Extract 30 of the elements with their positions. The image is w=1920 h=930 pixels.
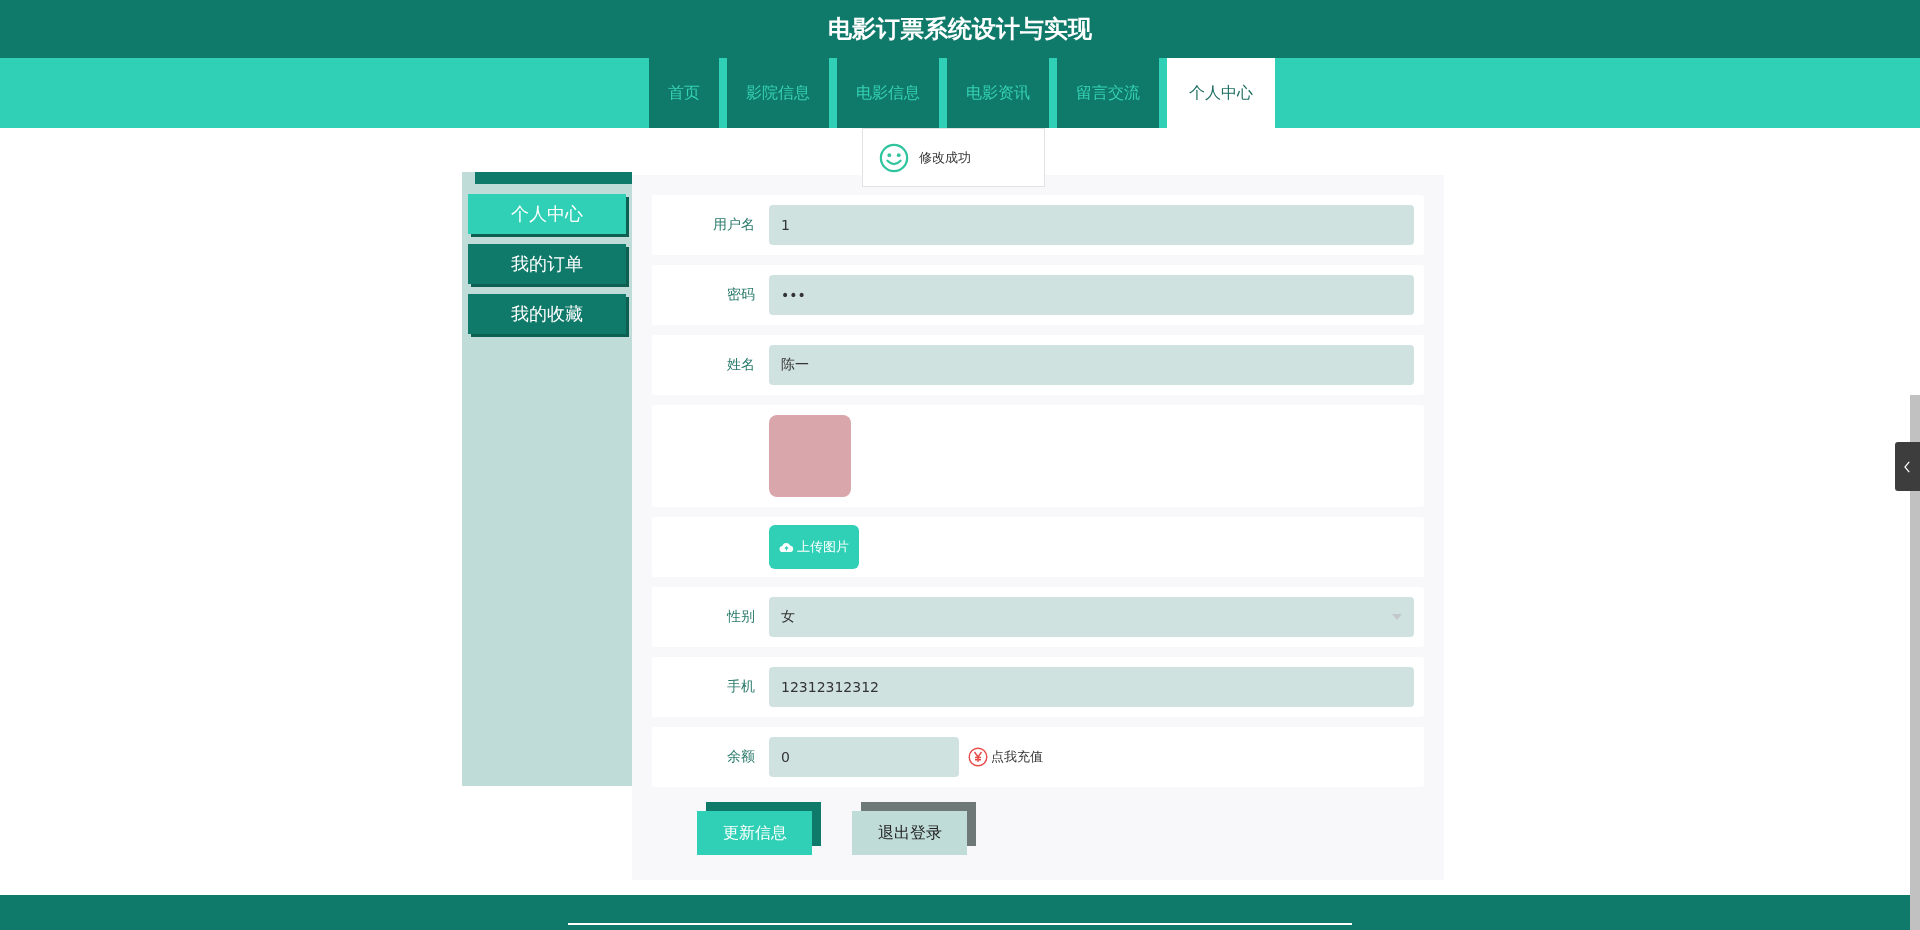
input-field[interactable]: 0 bbox=[769, 737, 959, 777]
nav-tab[interactable]: 个人中心 bbox=[1166, 58, 1275, 128]
nav-tab[interactable]: 首页 bbox=[648, 58, 719, 128]
nav-tab[interactable]: 电影信息 bbox=[836, 58, 939, 128]
nav-tab[interactable]: 电影资讯 bbox=[946, 58, 1049, 128]
field-label: 手机 bbox=[726, 678, 755, 696]
nav-tab[interactable]: 影院信息 bbox=[726, 58, 829, 128]
smiley-icon bbox=[879, 142, 909, 173]
input-field[interactable]: 12312312312 bbox=[769, 667, 1414, 707]
input-field[interactable]: ••• bbox=[769, 275, 1414, 315]
collapse-handle[interactable] bbox=[1895, 442, 1920, 491]
sidebar-item[interactable]: 我的收藏 bbox=[468, 294, 626, 334]
field-label: 性别 bbox=[725, 608, 755, 626]
chevron-left-icon bbox=[1904, 460, 1911, 473]
input-field[interactable]: 陈一 bbox=[769, 345, 1414, 385]
scrollbar[interactable] bbox=[1910, 395, 1920, 930]
caret-icon bbox=[1392, 614, 1402, 620]
yen-icon bbox=[968, 747, 988, 767]
field-label: 姓名 bbox=[726, 356, 755, 374]
cloud-upload-icon bbox=[779, 541, 794, 553]
select-field[interactable]: 女 bbox=[769, 597, 1414, 637]
nav-tab[interactable]: 留言交流 bbox=[1056, 58, 1159, 128]
field-label: 用户名 bbox=[712, 216, 755, 234]
input-field[interactable]: 1 bbox=[769, 205, 1414, 245]
recharge-link[interactable]: 点我充值 bbox=[991, 748, 1043, 766]
field-label: 密码 bbox=[726, 286, 755, 304]
site-title: 电影订票系统设计与实现 bbox=[828, 14, 1092, 45]
field-label: 余额 bbox=[726, 748, 755, 766]
sidebar-item[interactable]: 我的订单 bbox=[468, 244, 626, 284]
toast-text: 修改成功 bbox=[919, 148, 971, 167]
